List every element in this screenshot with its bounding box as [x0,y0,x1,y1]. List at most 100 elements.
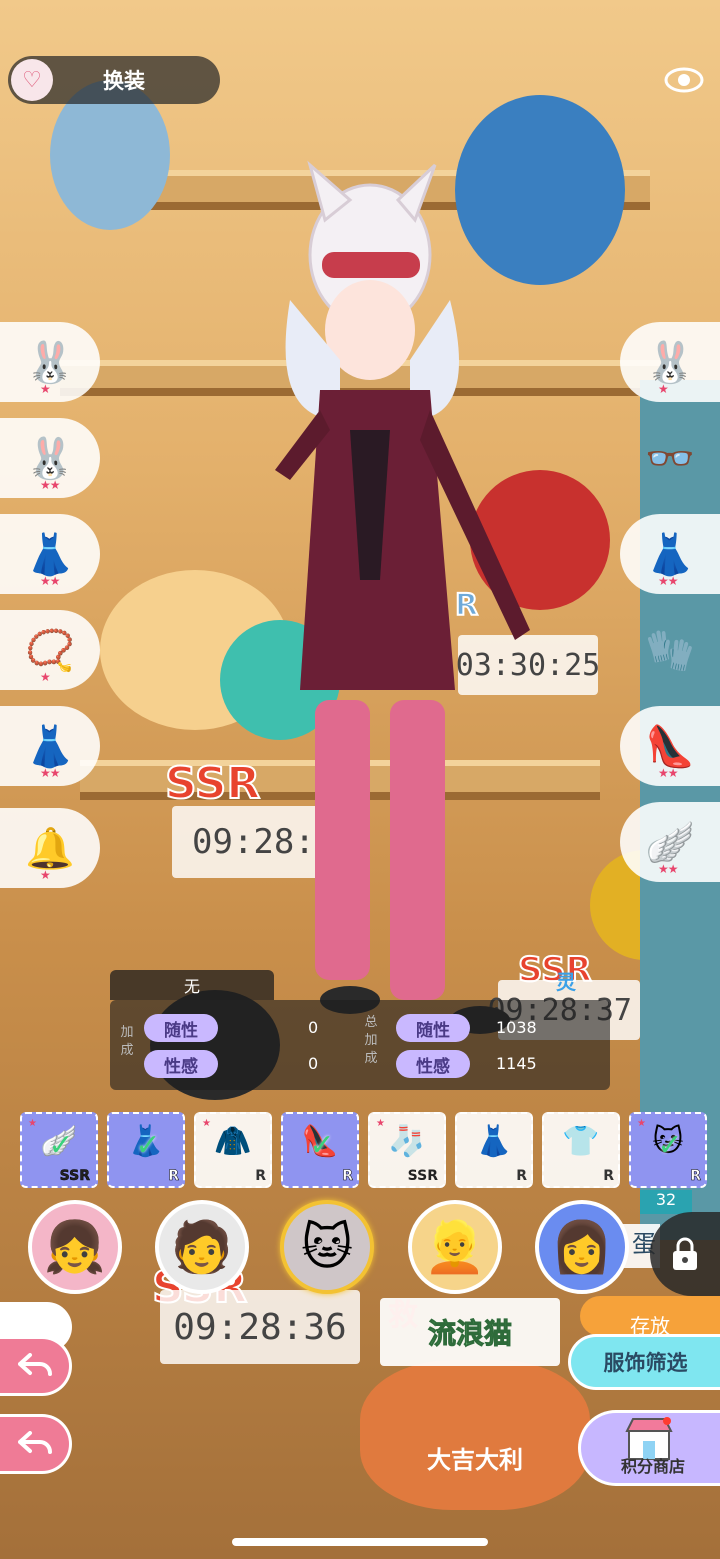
back-button[interactable] [0,1414,72,1474]
bunny-hat-icon: 🐰 [25,339,75,386]
item-slot[interactable]: ★ 🧥 R [194,1112,272,1188]
item-slot[interactable]: 👕 R [542,1112,620,1188]
stat-value: 0 [308,1018,319,1037]
rarity-label: R [603,1168,614,1184]
jacket-icon: 🧥 [214,1124,252,1159]
item-slot[interactable]: 👗 ✓ R [107,1112,185,1188]
undo-button[interactable] [0,1336,72,1396]
shop-label: 积分商店 [621,1457,686,1476]
stockings-icon: 🧦 [388,1124,426,1159]
rarity-label: R [168,1168,179,1185]
cat-name: 流浪猫 [427,1317,512,1351]
blonde-girl-avatar: 👱 [423,1217,487,1276]
check-icon: ✓ [309,1128,335,1163]
rarity-stars: ★ [40,868,51,882]
slot-name: 无 [110,970,274,1000]
stats-panel: 加成 随性 0 性感 0 总加成 随性 1038 性感 1145 [110,1000,610,1090]
check-icon: ✓ [657,1128,683,1163]
left-item-bunny-hat[interactable]: 🐰 ★ [0,322,100,402]
avatar-blonde-girl[interactable]: 👱 [408,1200,502,1294]
bell-bracelet-icon: 🔔 [25,825,75,872]
rarity-stars: ★★ [40,478,60,492]
store-button-partial[interactable]: 存放 [580,1296,720,1336]
avatar-blue-hair-girl[interactable]: 👩 [535,1200,629,1294]
check-icon: ✓ [48,1128,74,1163]
rarity-label: R [255,1168,266,1184]
qipao-dress-icon: 👗 [645,531,695,578]
qipao-dress-icon: 👗 [25,723,75,770]
right-item-gloves[interactable]: 🧤 [620,610,720,690]
sweater-icon: 👕 [562,1124,600,1159]
item-slot[interactable]: 👠 ✓ R [281,1112,359,1188]
left-item-qipao[interactable]: 👗 ★★ [0,706,100,786]
left-item-bracelet[interactable]: 📿 ★ [0,610,100,690]
blue-hair-girl-avatar: 👩 [550,1217,614,1276]
stat-value: 1145 [496,1054,537,1073]
page-title: 换装 [103,69,145,93]
outfit-mode-pill[interactable]: ♡ 换装 [8,56,220,104]
stocking-right [390,700,445,1000]
right-item-wings[interactable]: 🪽 ★★ [620,802,720,882]
bunny-hat-icon: 🐰 [25,435,75,482]
stat-tag: 随性 [144,1014,218,1042]
rarity-stars: ★ [40,382,51,396]
total-bonus-label: 总加成 [364,1015,378,1066]
rarity-stars: ★★ [658,862,678,876]
back-arrow-icon [17,1431,52,1454]
stat-tag: 性感 [396,1050,470,1078]
item-slot[interactable]: ★ 🐱 ✓ R [629,1112,707,1188]
sleep-mask [322,252,420,278]
bunny-hat-icon: 🐰 [645,339,695,386]
cat-name-card: 流浪猫 [380,1298,560,1366]
right-item-qipao[interactable]: 👗 ★★ [620,514,720,594]
avatar-pink-hair-girl[interactable]: 👧 [28,1200,122,1294]
rarity-stars: ★★ [40,766,60,780]
undo-arrow-icon [17,1353,52,1376]
stat-value: 1038 [496,1018,537,1037]
bowl-text: 大吉大利 [427,1446,523,1474]
food-bowl [360,1360,590,1510]
rarity-stars: ★ [40,670,51,684]
stat-value: 0 [308,1054,319,1073]
lock-icon [673,1237,697,1270]
right-item-heels[interactable]: 👠 ★★ [620,706,720,786]
left-item-qipao[interactable]: 👗 ★★ [0,514,100,594]
pink-hair-girl-avatar: 👧 [43,1217,107,1276]
points-shop-button[interactable]: 积分商店 [578,1410,720,1486]
right-item-bunny-hat[interactable]: 🐰 ★ [620,322,720,402]
item-slot[interactable]: ★ 🪽 ✓ SSR [20,1112,98,1188]
rarity-label: SSR [59,1168,90,1185]
glasses-man-avatar: 🧑 [170,1217,234,1276]
rarity-stars: ★★ [40,574,60,588]
rarity-label: R [690,1168,701,1185]
item-slot[interactable]: ★ 🧦 SSR [368,1112,446,1188]
right-item-glasses[interactable]: 👓 [620,418,720,498]
bonus-label: 加成 [120,1025,134,1058]
gloves-icon: 🧤 [645,627,695,674]
skirt-icon: 👗 [475,1124,513,1159]
cat-hood-girl-avatar: 🐱 [300,1218,354,1276]
rarity-stars: ★★ [658,766,678,780]
bead-bracelet-icon: 📿 [25,627,75,674]
partial-badge: 32 [640,1190,692,1214]
left-item-bunny-hat[interactable]: 🐰 ★★ [0,418,100,498]
character-model [275,160,530,1034]
rarity-stars: ★★ [658,574,678,588]
eye-icon[interactable] [662,58,706,102]
qipao-dress-icon: 👗 [25,531,75,578]
stat-tag: 随性 [396,1014,470,1042]
home-indicator[interactable] [232,1538,488,1546]
outfit-heart-icon: ♡ [11,59,53,101]
item-slot[interactable]: 👗 R [455,1112,533,1188]
timer-card: 09:28:36 [160,1290,360,1364]
outfit-filter-button[interactable]: 服饰筛选 [568,1334,720,1390]
glasses-icon: 👓 [645,435,695,482]
angel-wings-icon: 🪽 [645,819,695,866]
avatar-glasses-man[interactable]: 🧑 [155,1200,249,1294]
rarity-stars: ★ [658,382,669,396]
rarity-label: R [342,1168,353,1185]
left-item-bell-bracelet[interactable]: 🔔 ★ [0,808,100,888]
rarity-label: R [516,1168,527,1184]
high-heels-icon: 👠 [645,723,695,770]
avatar-cat-hood-girl[interactable]: 🐱 [280,1200,374,1294]
